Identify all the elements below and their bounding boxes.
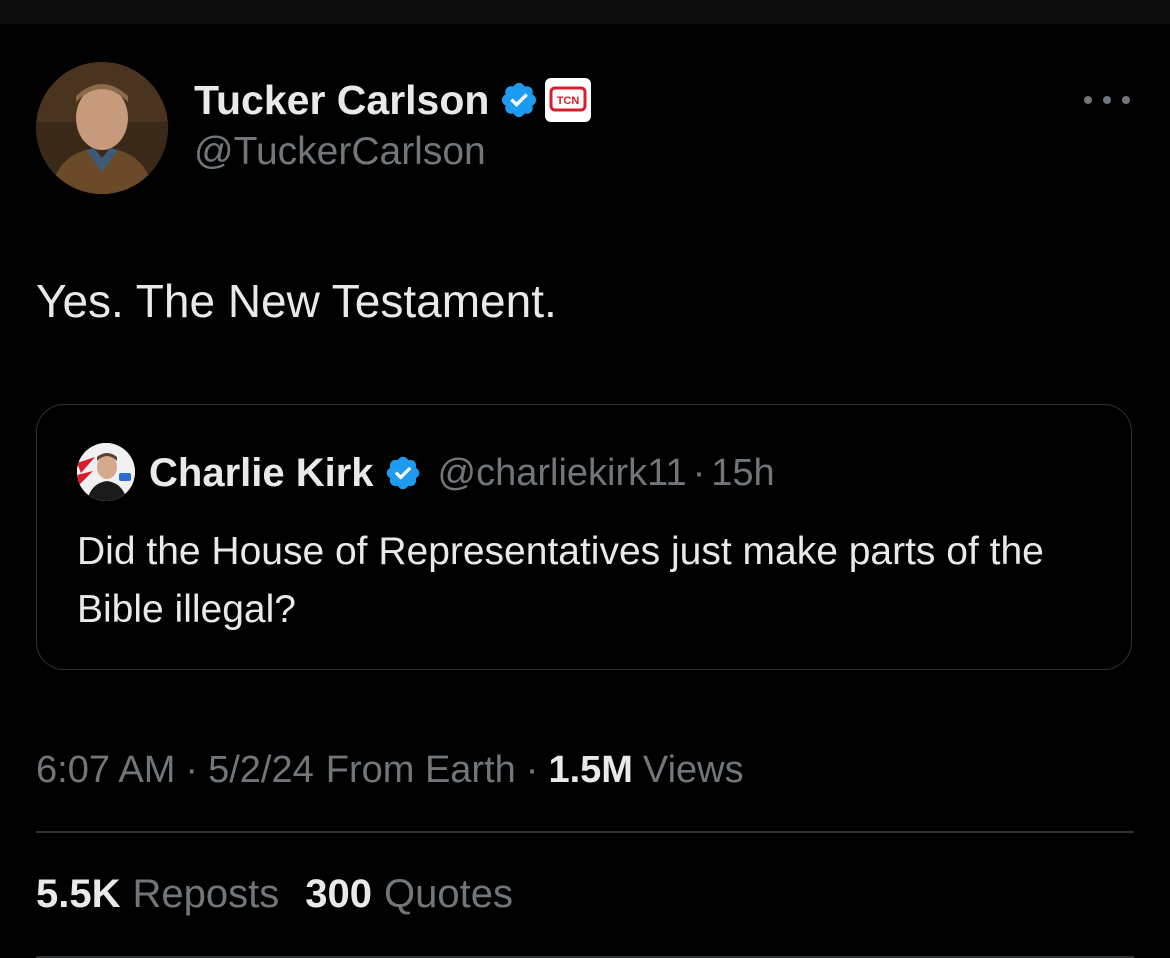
quoted-author-avatar[interactable] (77, 443, 135, 501)
more-dot (1122, 96, 1130, 104)
verified-badge-icon[interactable] (384, 454, 422, 492)
author-avatar[interactable] (36, 62, 168, 194)
tweet-meta-row: 6:07 AM · 5/2/24 From Earth · 1.5M Views (36, 742, 744, 798)
more-dot (1084, 96, 1092, 104)
quoted-tweet-header: Charlie Kirk @charliekirk11 · 15h (149, 449, 775, 497)
quoted-author-avatar-image (77, 443, 135, 501)
meta-separator: · (185, 748, 199, 791)
reposts-label[interactable]: Reposts (133, 872, 280, 917)
tweet-source: From Earth (325, 748, 516, 791)
more-dot (1103, 96, 1111, 104)
tweet-text: Yes. The New Testament. (36, 275, 557, 327)
tweet-time[interactable]: 6:07 AM (36, 749, 175, 792)
author-avatar-image (36, 62, 168, 194)
author-name-row: Tucker Carlson TCN (194, 76, 592, 124)
meta-separator: · (525, 748, 539, 791)
quotes-count[interactable]: 300 (305, 872, 372, 917)
views-count: 1.5M (548, 748, 633, 791)
quoted-separator: · (692, 451, 706, 494)
reposts-count[interactable]: 5.5K (36, 872, 121, 917)
affiliate-badge-icon[interactable]: TCN (545, 78, 592, 122)
more-options-icon[interactable] (1084, 90, 1130, 110)
quoted-tweet-card[interactable]: Charlie Kirk @charliekirk11 · 15h Did th… (36, 404, 1132, 670)
affiliate-badge-label: TCN (557, 95, 580, 107)
author-handle[interactable]: @TuckerCarlson (194, 130, 486, 174)
quoted-timestamp[interactable]: 15h (711, 452, 774, 495)
author-display-name[interactable]: Tucker Carlson (194, 77, 489, 124)
divider (36, 956, 1134, 958)
quoted-author-handle[interactable]: @charliekirk11 (438, 452, 687, 495)
verified-badge-icon[interactable] (499, 80, 539, 120)
views-label: Views (642, 748, 744, 791)
tweet-stats-row: 5.5K Reposts 300 Quotes (36, 866, 539, 922)
quoted-tweet-text: Did the House of Representatives just ma… (77, 530, 1044, 631)
status-bar-strip (0, 0, 1170, 24)
quotes-label[interactable]: Quotes (384, 872, 513, 917)
tweet-date[interactable]: 5/2/24 (208, 749, 314, 792)
divider (36, 831, 1134, 833)
quoted-author-name[interactable]: Charlie Kirk (149, 451, 374, 496)
